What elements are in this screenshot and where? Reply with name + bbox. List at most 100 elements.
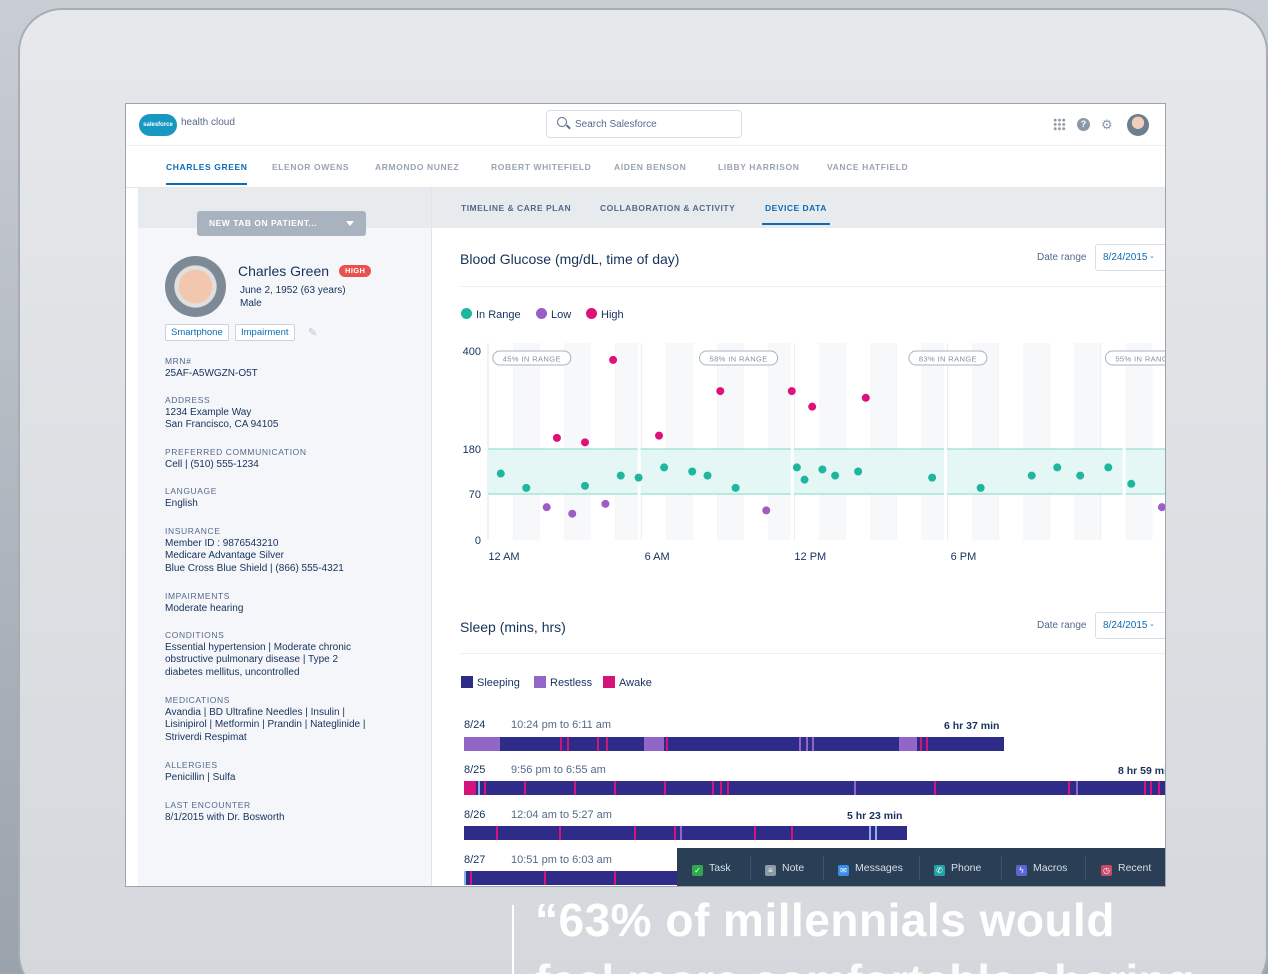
glucose-point <box>616 471 625 480</box>
sleep-bar[interactable] <box>464 781 1165 795</box>
glucose-point <box>792 463 801 472</box>
y-tick-label: 400 <box>463 346 481 358</box>
tag-impairment[interactable]: Impairment <box>235 324 295 341</box>
edit-pencil-icon[interactable]: ✎ <box>308 326 317 339</box>
utility-macros[interactable]: ϟ Macros <box>1016 862 1067 876</box>
field-conditions: CONDITIONS Essential hypertension | Mode… <box>165 630 351 679</box>
utility-phone[interactable]: ✆ Phone <box>934 862 981 876</box>
utility-messages[interactable]: ✉ Messages <box>838 862 903 876</box>
field-label: ALLERGIES <box>165 760 218 770</box>
tab-patient-armondo-nunez[interactable]: ARMONDO NUNEZ <box>375 162 459 172</box>
gear-icon[interactable]: ⚙ <box>1101 118 1114 131</box>
sleep-segment <box>544 871 546 885</box>
legend-dot-icon <box>536 308 547 319</box>
field-label: LANGUAGE <box>165 486 218 496</box>
legend-label: Awake <box>619 677 652 689</box>
utility-note[interactable]: ≡ Note <box>765 862 804 876</box>
grid-band <box>1126 343 1152 540</box>
sleep-segment <box>754 826 756 840</box>
grid-band <box>819 343 846 540</box>
grid-band <box>1024 343 1050 540</box>
new-tab-label: NEW TAB ON PATIENT... <box>209 218 318 228</box>
patient-photo <box>165 256 226 317</box>
field-label: LAST ENCOUNTER <box>165 800 251 810</box>
glucose-point <box>552 433 561 442</box>
tab-patient-aiden-benson[interactable]: AIDEN BENSON <box>614 162 686 172</box>
sleep-segment <box>614 871 616 885</box>
legend-label: Sleeping <box>477 677 520 689</box>
sleep-bar[interactable] <box>464 826 907 840</box>
sleep-bar[interactable] <box>464 737 1004 751</box>
sleep-segment <box>644 737 664 751</box>
tab-patient-charles-green[interactable]: CHARLES GREEN <box>166 162 248 185</box>
sleep-segment <box>854 781 856 795</box>
field-allergies: ALLERGIES Penicillin | Sulfa <box>165 760 235 784</box>
glucose-point <box>928 473 937 482</box>
glucose-point <box>601 499 610 508</box>
sleep-date-range-input[interactable]: 8/24/2015 - <box>1095 612 1165 639</box>
help-icon[interactable]: ? <box>1077 118 1090 131</box>
sleep-segment <box>464 871 466 885</box>
tab-patient-vance-hatfield[interactable]: VANCE HATFIELD <box>827 162 908 172</box>
glucose-date-range-input[interactable]: 8/24/2015 - <box>1095 244 1165 271</box>
legend-high: High <box>586 308 624 321</box>
sleep-segment <box>680 826 682 840</box>
field-address: ADDRESS 1234 Example Way San Francisco, … <box>165 395 278 432</box>
divider <box>919 856 920 880</box>
y-tick-label: 180 <box>463 444 481 456</box>
utility-task[interactable]: ✓ Task <box>692 862 731 876</box>
search-input[interactable]: Search Salesforce <box>546 110 742 138</box>
sleep-segment <box>812 737 814 751</box>
glucose-point <box>568 509 577 518</box>
field-label: CONDITIONS <box>165 630 225 640</box>
utility-label: Task <box>709 862 731 874</box>
sleep-segment <box>666 737 668 751</box>
y-tick-label: 70 <box>469 489 481 501</box>
glucose-point <box>542 503 551 512</box>
sleep-segment <box>478 781 480 795</box>
legend-dot-icon <box>461 308 472 319</box>
grid-band <box>973 343 999 540</box>
field-preferred-communication: PREFERRED COMMUNICATION Cell | (510) 555… <box>165 447 307 471</box>
divider <box>460 653 1165 654</box>
tab-patient-robert-whitefield[interactable]: ROBERT WHITEFIELD <box>491 162 591 172</box>
glucose-point <box>716 387 725 396</box>
x-tick-label: 6 AM <box>645 551 670 563</box>
y-tick-label: 0 <box>475 535 481 547</box>
app-launcher-icon[interactable] <box>1053 118 1066 131</box>
grid-band <box>870 343 897 540</box>
field-last-encounter: LAST ENCOUNTER 8/1/2015 with Dr. Boswort… <box>165 800 285 824</box>
utility-label: Macros <box>1033 862 1068 874</box>
tab-patient-libby-harrison[interactable]: LIBBY HARRISON <box>718 162 799 172</box>
patient-dob: June 2, 1952 (63 years) <box>240 285 346 296</box>
divider <box>823 856 824 880</box>
tab-device-data[interactable]: DEVICE DATA <box>762 203 830 225</box>
sleep-segment <box>614 781 616 795</box>
legend-swatch-icon <box>461 676 473 688</box>
search-icon <box>557 117 567 127</box>
legend-dot-icon <box>586 308 597 319</box>
tab-patient-elenor-owens[interactable]: ELENOR OWENS <box>272 162 349 172</box>
field-label: PREFERRED COMMUNICATION <box>165 447 307 457</box>
field-label: IMPAIRMENTS <box>165 591 231 601</box>
field-value: Cell | (510) 555-1234 <box>165 459 259 470</box>
glucose-point <box>861 393 870 402</box>
grid-band <box>768 343 795 540</box>
tab-timeline-care-plan[interactable]: TIMELINE & CARE PLAN <box>461 203 571 213</box>
utility-label: Note <box>782 862 805 874</box>
field-label: INSURANCE <box>165 526 221 536</box>
utility-recent[interactable]: ◷ Recent <box>1101 862 1151 876</box>
sleep-segment <box>1158 781 1160 795</box>
user-avatar[interactable] <box>1127 114 1149 136</box>
sleep-row-date: 8/26 <box>464 809 486 821</box>
sleep-bar[interactable] <box>464 871 684 885</box>
salesforce-logo[interactable]: salesforce <box>139 114 177 136</box>
divider <box>750 856 751 880</box>
tab-collaboration-activity[interactable]: COLLABORATION & ACTIVITY <box>600 203 735 213</box>
sleep-segment <box>470 871 472 885</box>
new-tab-button[interactable]: NEW TAB ON PATIENT... <box>197 211 366 236</box>
glucose-point <box>787 387 796 396</box>
sleep-segment <box>727 781 729 795</box>
tag-smartphone[interactable]: Smartphone <box>165 324 229 341</box>
glucose-point <box>1157 503 1165 512</box>
